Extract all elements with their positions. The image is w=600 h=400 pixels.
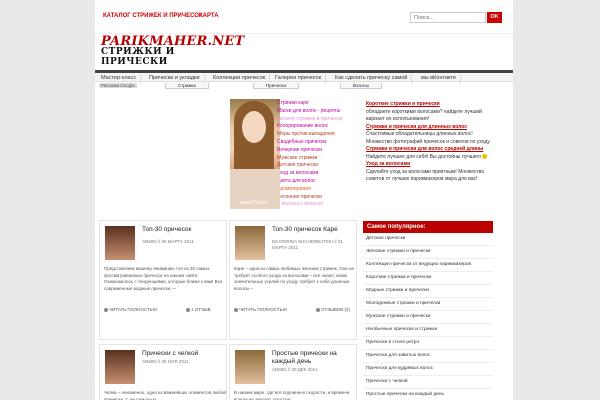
post-card: Топ-30 причесок ADMIN // 06 МАРТА 2011 П… (99, 220, 227, 340)
sidebar-item[interactable]: Прически для кудрявых волос (363, 363, 493, 376)
sidebar-item[interactable]: Женские стрижки и прически (363, 246, 493, 259)
sidebar-item[interactable]: Молодежные стрижки и прически (363, 298, 493, 311)
promo-link-long[interactable]: Стрижки и прически для длинных волос (366, 124, 491, 132)
post-thumbnail[interactable] (235, 226, 265, 260)
read-more-link[interactable]: ЧИТАТЬ ПОЛНОСТЬЮ (239, 307, 287, 312)
category-link[interactable]: Мужские стрижки (277, 155, 359, 163)
read-more-icon (104, 307, 108, 312)
read-more-icon (234, 307, 238, 312)
popular-sidebar: Самое популярное: Детские прически Женски… (363, 221, 493, 400)
main-nav: Мастер-класс Прически и укладки Коллекци… (95, 70, 513, 84)
sidebar-item[interactable]: Необычные прически и стрижки (363, 324, 493, 337)
post-excerpt: В нашем мире, где все подчинено скорости… (234, 390, 350, 400)
sidebar-list: Детские прически Женские стрижки и причес… (363, 233, 493, 400)
category-link[interactable]: Свадебные прически (277, 139, 359, 147)
ad-label: Реклама Google (99, 83, 137, 88)
promo-text-medium: Найдите лучшее для себя! Вы достойны луч… (366, 153, 482, 160)
page: КАТАЛОГ СТРИЖЕК И ПРИЧЕСОК КАРТА OK PARI… (95, 0, 513, 400)
promo-link-short[interactable]: Короткие стрижки и прически (366, 101, 491, 109)
promo-link-medium[interactable]: Стрижки и прически для волос средней дли… (366, 146, 491, 154)
promo-link-care[interactable]: Уход за волосами (366, 161, 491, 169)
comment-icon (186, 307, 190, 312)
sidebar-item[interactable]: Модные стрижки и прически (363, 285, 493, 298)
post-title[interactable]: Простые прически на каждый день (272, 350, 356, 366)
post-title[interactable]: Прически с челкой (142, 350, 226, 358)
topnav-map-link[interactable]: КАРТА (199, 13, 219, 19)
read-more-link[interactable]: ЧИТАТЬ ПОЛНОСТЬЮ (109, 307, 157, 312)
sidebar-title: Самое популярное: (363, 221, 493, 233)
comment-icon (316, 307, 320, 312)
post-thumbnail[interactable] (105, 226, 135, 260)
category-link[interactable]: Стрижки каре (277, 100, 359, 108)
post-card: Простые прически на каждый день ADMIN //… (229, 344, 357, 400)
promo-text-long: Счастливые обладательницы длинных волос!… (366, 131, 490, 145)
sidebar-item[interactable]: Прически для завитых волос (363, 350, 493, 363)
category-link[interactable]: Колорирование волос (277, 123, 359, 131)
promo-text-short: обладаете короткими волосами? найдите лу… (366, 108, 482, 123)
smiley-icon (482, 153, 488, 159)
comments-link[interactable]: 1 ОТЗЫВ (191, 307, 211, 312)
category-link[interactable]: А волосы о волосах (277, 201, 359, 209)
category-list: Стрижки каре Маски для волос - рецепты Кат… (277, 100, 359, 209)
post-thumbnail[interactable] (235, 350, 265, 384)
post-footer: ЧИТАТЬ ПОЛНОСТЬЮ 1 ОТЗЫВ (104, 307, 226, 312)
post-thumbnail[interactable] (105, 350, 135, 384)
sidebar-item[interactable]: Коллекции причесок от ведущих парикмахер… (363, 259, 493, 272)
post-card: Топ-30 причесок Каре EKATERINA SHCHERBAT… (229, 220, 357, 340)
sidebar-item[interactable]: Простые прически на каждый день (363, 389, 493, 400)
category-link[interactable]: Ароматерапия (277, 186, 359, 194)
search-button[interactable]: OK (487, 12, 502, 23)
photo-face (242, 111, 266, 143)
top-nav: КАТАЛОГ СТРИЖЕК И ПРИЧЕСОК КАРТА OK (95, 0, 513, 34)
category-link[interactable]: Весенние прически (277, 194, 359, 202)
post-meta: ADMIN // 25 НОЯ 2011 (142, 359, 189, 364)
comments-link[interactable]: ОТЗЫВОВ (2) (321, 307, 350, 312)
ad-tab-haircut[interactable]: Стрижка (165, 83, 209, 89)
post-meta: ADMIN // 20 ДЕК 2011 (272, 367, 318, 372)
post-meta: EKATERINA SHCHERBATSKI // 21 МАРТА 2011 (272, 239, 343, 250)
post-card: Прически с челкой ADMIN // 25 НОЯ 2011 Ч… (99, 344, 227, 400)
ad-tab-hair[interactable]: Волосы (340, 83, 383, 89)
promo-text-care: Сделайте уход за волосами приятным! Множ… (366, 168, 485, 183)
post-excerpt: Представляем вашему вниманию топ из 30 с… (104, 266, 223, 291)
category-link[interactable]: Диета для волос (277, 178, 359, 186)
post-excerpt: Челка – неизменно, одна из важнейших эле… (104, 390, 226, 400)
sidebar-item[interactable]: Короткие стрижки и прически (363, 272, 493, 285)
category-link[interactable]: Уход за волосами (277, 170, 359, 178)
category-link[interactable]: Маски для волос - рецепты (277, 108, 359, 116)
sidebar-item[interactable]: Прически с челкой (363, 376, 493, 389)
logo-subtitle: СТРИЖКИ И ПРИЧЕСКИ (101, 47, 175, 67)
post-title[interactable]: Топ-30 причесок Каре (272, 226, 356, 234)
post-meta: ADMIN // 06 МАРТА 2011 (142, 239, 194, 244)
search-input[interactable] (410, 12, 486, 23)
category-link[interactable]: Каталог стрижек и причесок (277, 116, 359, 124)
post-footer: ЧИТАТЬ ПОЛНОСТЬЮ ОТЗЫВОВ (2) (234, 307, 356, 312)
site-logo[interactable]: PARIKMAHER.NET СТРИЖКИ И ПРИЧЕСКИ (101, 34, 244, 68)
featured-photo[interactable]: www.Parikm (230, 99, 280, 209)
promo-text-medium-wrap: Найдите лучшее для себя! Вы достойны луч… (366, 154, 491, 162)
post-excerpt: Каре – одна из самых любимых женских стр… (234, 266, 354, 291)
category-link[interactable]: Меры против выпадения (277, 131, 359, 139)
photo-watermark: www.Parikm (240, 200, 268, 206)
ad-bar: Реклама Google Стрижка Прическа Волосы (95, 83, 513, 90)
category-link[interactable]: Детские прически (277, 162, 359, 170)
sidebar-item[interactable]: Детские прически (363, 233, 493, 246)
category-link[interactable]: Вечерние прически (277, 147, 359, 155)
topnav-catalog-link[interactable]: КАТАЛОГ СТРИЖЕК И ПРИЧЕСОК (103, 13, 203, 19)
promo-box: Короткие стрижки и прически обладаете ко… (366, 101, 491, 184)
sidebar-item[interactable]: Прически в стиле ретро (363, 337, 493, 350)
sidebar-item[interactable]: Мужские стрижки и прически (363, 311, 493, 324)
ad-tab-hairstyle[interactable]: Прическа (253, 83, 299, 89)
post-title[interactable]: Топ-30 причесок (142, 226, 226, 234)
